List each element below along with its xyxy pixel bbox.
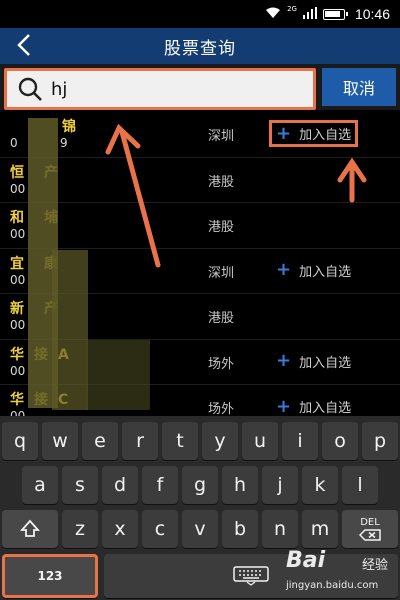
- delete-key[interactable]: DEL: [342, 510, 398, 548]
- key-k[interactable]: k: [302, 466, 338, 504]
- plus-icon: +: [276, 395, 292, 416]
- add-watchlist-label: 加入自选: [299, 355, 352, 371]
- search-field[interactable]: [4, 68, 316, 110]
- stock-code: 00: [10, 272, 26, 287]
- add-watchlist-button[interactable]: + 加入自选: [272, 396, 355, 416]
- market-label: 港股: [208, 220, 235, 235]
- key-c[interactable]: c: [142, 510, 178, 548]
- market-label: 场外: [208, 356, 235, 372]
- stock-code: 0: [10, 136, 18, 150]
- status-bar: 2G 10:46: [0, 0, 400, 28]
- shift-key[interactable]: [2, 510, 58, 548]
- key-f[interactable]: f: [142, 466, 178, 504]
- chevron-left-icon: [17, 34, 30, 56]
- page-title: 股票查询: [164, 38, 236, 59]
- list-item[interactable]: 和埔 00 港股: [0, 203, 400, 249]
- cancel-button[interactable]: 取消: [322, 68, 396, 106]
- add-watchlist-button[interactable]: + 加入自选: [272, 260, 355, 281]
- status-time: 10:46: [354, 6, 390, 22]
- key-m[interactable]: m: [302, 510, 338, 548]
- key-h[interactable]: h: [222, 466, 258, 504]
- key-l[interactable]: l: [342, 466, 378, 504]
- plus-icon: +: [276, 122, 292, 144]
- market-label: 深圳: [208, 129, 235, 144]
- search-icon: [18, 77, 42, 101]
- add-watchlist-label: 加入自选: [299, 264, 352, 280]
- stock-code: 00: [10, 409, 26, 416]
- key-j[interactable]: j: [262, 466, 298, 504]
- stock-code: 00: [10, 318, 26, 332]
- key-b[interactable]: b: [222, 510, 258, 548]
- key-v[interactable]: v: [182, 510, 218, 548]
- key-q[interactable]: q: [2, 422, 38, 460]
- stock-code: 00: [10, 181, 26, 196]
- key-r[interactable]: r: [122, 422, 158, 460]
- stock-code: 00: [10, 363, 26, 378]
- key-d[interactable]: d: [102, 466, 138, 504]
- app-header: 股票查询: [0, 28, 400, 64]
- key-s[interactable]: s: [62, 466, 98, 504]
- plus-icon: +: [276, 259, 292, 280]
- back-button[interactable]: [14, 31, 44, 61]
- shift-icon: [19, 519, 41, 537]
- market-label: 港股: [208, 174, 235, 190]
- key-n[interactable]: n: [262, 510, 298, 548]
- redaction-blur: [52, 250, 88, 410]
- wifi-icon: [265, 7, 281, 21]
- list-item[interactable]: 恒产 00 港股: [0, 158, 400, 203]
- search-input[interactable]: [51, 78, 291, 100]
- stock-code: 00: [10, 227, 26, 241]
- key-z[interactable]: z: [62, 510, 98, 548]
- key-t[interactable]: t: [162, 422, 198, 460]
- number-mode-key[interactable]: 123: [2, 554, 98, 598]
- key-p[interactable]: p: [362, 422, 398, 460]
- add-watchlist-button[interactable]: + 加入自选: [272, 351, 355, 372]
- backspace-icon: [359, 529, 381, 541]
- key-o[interactable]: o: [322, 422, 358, 460]
- add-watchlist-label: 加入自选: [299, 401, 352, 416]
- delete-key-label: DEL: [360, 517, 380, 528]
- key-e[interactable]: e: [82, 422, 118, 460]
- plus-icon: +: [276, 350, 292, 371]
- key-a[interactable]: a: [22, 466, 58, 504]
- battery-icon: [322, 8, 348, 20]
- soft-keyboard: q w e r t y u i o p a s d f g h j k l z …: [0, 416, 400, 600]
- key-u[interactable]: u: [242, 422, 278, 460]
- key-w[interactable]: w: [42, 422, 78, 460]
- key-x[interactable]: x: [102, 510, 138, 548]
- list-item[interactable]: 锦 0 9 深圳 + 加入自选: [0, 112, 400, 158]
- market-label: 深圳: [208, 265, 235, 281]
- market-label: 港股: [208, 311, 235, 326]
- network-type: 2G: [287, 5, 297, 13]
- redaction-blur: [86, 340, 150, 410]
- keyboard-icon: [233, 566, 269, 586]
- key-y[interactable]: y: [202, 422, 238, 460]
- market-label: 场外: [208, 402, 235, 416]
- stock-code-tail: 9: [60, 136, 68, 150]
- key-i[interactable]: i: [282, 422, 318, 460]
- add-watchlist-label: 加入自选: [299, 128, 352, 143]
- add-watchlist-button[interactable]: + 加入自选: [268, 120, 359, 147]
- key-g[interactable]: g: [182, 466, 218, 504]
- space-key[interactable]: [104, 554, 398, 598]
- signal-icon: [302, 7, 317, 21]
